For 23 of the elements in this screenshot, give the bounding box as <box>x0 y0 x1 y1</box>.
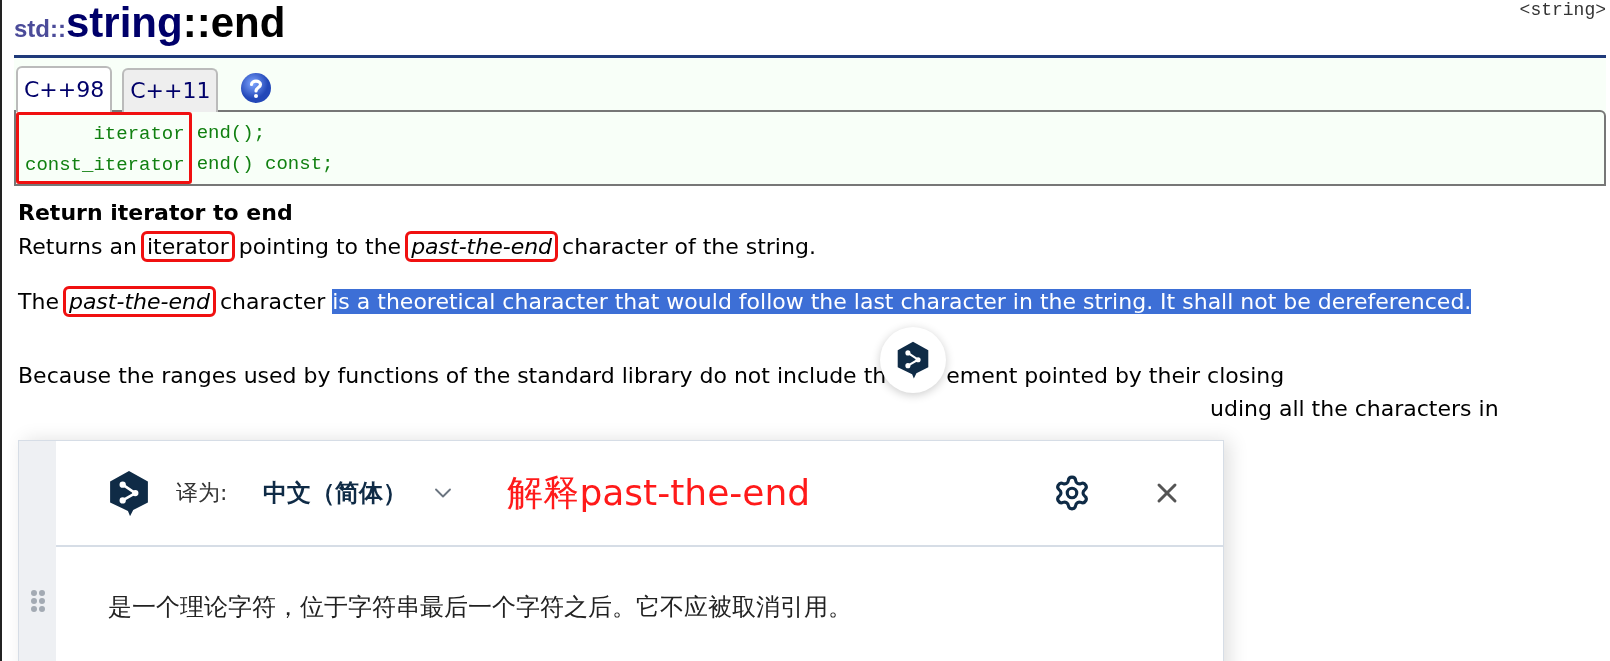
drag-handle[interactable] <box>19 441 56 661</box>
annotation-note: 解释past-the-end <box>507 470 811 515</box>
paragraph-text: uding all the characters in <box>1210 396 1499 421</box>
version-tab[interactable]: C++98 <box>16 66 113 112</box>
logo-icon <box>108 469 150 517</box>
return-type: iterator <box>92 122 185 147</box>
target-label: 译为: <box>176 479 228 507</box>
page-title: std::string::end <box>14 0 286 48</box>
section-heading: Return iterator to end <box>18 200 294 225</box>
help-icon[interactable] <box>240 72 273 104</box>
return-type: const_iterator <box>25 153 185 178</box>
function-signature: end() const; <box>196 152 335 177</box>
paragraph-text: ement pointed by their closing <box>946 361 1285 390</box>
translation-text: 是一个理论字符，位于字符串最后一个字符之后。它不应被取消引用。 <box>107 592 853 623</box>
paragraph-text: Because the ranges used by functions of the standard library do not include th <box>18 361 887 390</box>
logo-icon <box>896 341 931 379</box>
settings-button[interactable] <box>1053 474 1091 512</box>
paragraph: Returns an iterator pointing to the past-the-end character of the string. <box>18 231 1563 262</box>
header-tag: <string> <box>1519 0 1606 20</box>
version-tab[interactable]: C++11 <box>122 68 219 112</box>
function-signature: end(); <box>196 121 267 146</box>
language-select[interactable]: 中文（简体） <box>263 477 458 509</box>
drag-dots-icon <box>29 589 46 613</box>
